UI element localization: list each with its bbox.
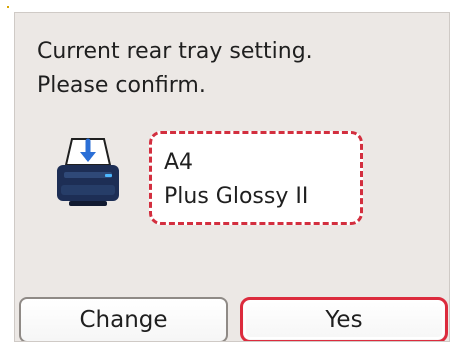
rear-tray-setting-box: A4 Plus Glossy II	[149, 131, 363, 225]
printer-rear-tray-icon	[57, 138, 119, 206]
status-dot	[7, 6, 9, 8]
confirmation-message: Current rear tray setting. Please confir…	[37, 35, 313, 103]
paper-size-text: A4	[164, 150, 194, 175]
message-line-2: Please confirm.	[37, 73, 206, 98]
message-line-1: Current rear tray setting.	[37, 39, 313, 64]
yes-button[interactable]: Yes	[240, 297, 448, 341]
media-type-text: Plus Glossy II	[164, 184, 309, 209]
printer-confirmation-dialog: Current rear tray setting. Please confir…	[14, 12, 450, 342]
change-button[interactable]: Change	[19, 297, 228, 341]
